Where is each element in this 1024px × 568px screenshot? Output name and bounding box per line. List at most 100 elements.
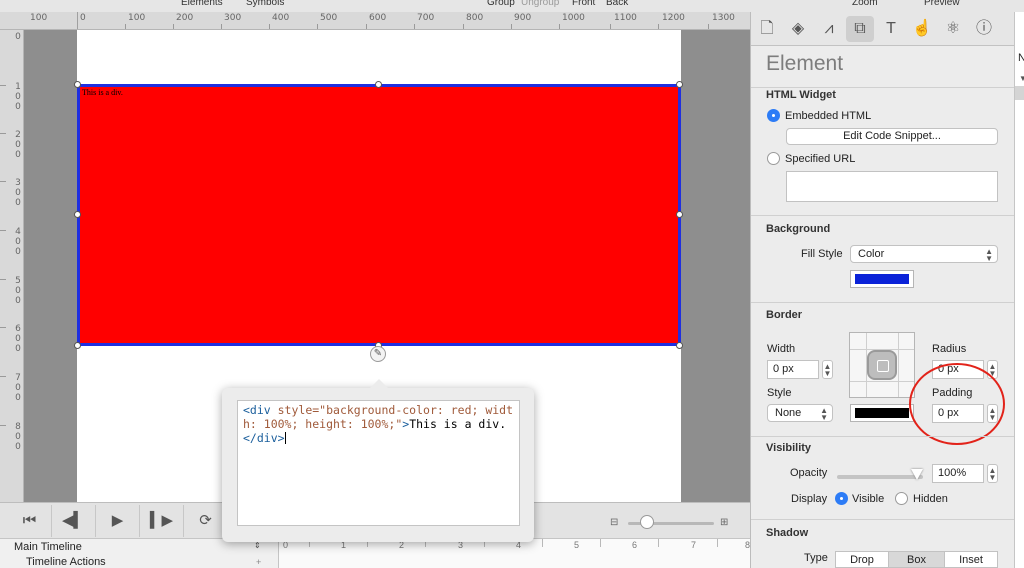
- ruler-label: 8 0 0: [15, 422, 21, 452]
- resize-handle[interactable]: [74, 211, 81, 218]
- display-hidden-label[interactable]: Hidden: [913, 493, 948, 505]
- shapes-icon: ⧉: [854, 20, 866, 37]
- ruler-label: 900: [514, 13, 532, 23]
- tab-typography[interactable]: T: [877, 16, 905, 42]
- tab-identity[interactable]: ⓘ: [970, 16, 998, 42]
- display-visible-radio[interactable]: [835, 492, 848, 505]
- ruler-label: 1200: [662, 13, 685, 23]
- embedded-html-radio[interactable]: [767, 109, 780, 122]
- disclosure-triangle-icon[interactable]: ▼: [1019, 74, 1024, 83]
- play-icon: ▶: [111, 512, 124, 529]
- ungroup-button[interactable]: Ungroup: [521, 0, 559, 8]
- text-icon: T: [886, 20, 896, 37]
- ruler-label: 1 0 0: [15, 82, 21, 112]
- specified-url-radio[interactable]: [767, 152, 780, 165]
- ruler-label: 1000: [562, 13, 585, 23]
- add-icon[interactable]: +: [256, 557, 261, 567]
- html-widget-element[interactable]: This is a div.: [77, 84, 681, 346]
- tab-element[interactable]: ⧉: [846, 16, 874, 42]
- timeline-panel: Main Timeline ⇕ Timeline Actions + 0 1 2…: [0, 538, 750, 568]
- border-style-select[interactable]: None ▲ ▼: [767, 404, 833, 422]
- timeline-actions-row[interactable]: Timeline Actions: [26, 556, 106, 568]
- list-row: [1015, 86, 1024, 100]
- shadow-inset-segment[interactable]: Inset: [944, 551, 998, 568]
- timeline-zoom-knob[interactable]: [640, 515, 654, 529]
- section-background: Background: [766, 223, 831, 235]
- opacity-input[interactable]: 100%: [932, 464, 984, 483]
- ruler-label: 700: [417, 13, 435, 23]
- opacity-label: Opacity: [790, 467, 828, 479]
- chevron-updown-icon[interactable]: ⇕: [254, 541, 261, 550]
- timeline-ruler[interactable]: 0 1 2 3 4 5 6 7 8: [278, 539, 750, 568]
- section-html-widget: HTML Widget: [766, 89, 836, 101]
- shadow-drop-segment[interactable]: Drop: [835, 551, 889, 568]
- chevron-updown-icon: ▲ ▼: [985, 247, 993, 263]
- resize-handle[interactable]: [74, 342, 81, 349]
- ruler-label: 200: [176, 13, 194, 23]
- code-text: This is a div.: [409, 417, 507, 431]
- div-text: This is a div.: [82, 88, 123, 97]
- border-width-input[interactable]: 0 px: [767, 360, 819, 379]
- code-editor[interactable]: <div style="background-color: red; width…: [237, 400, 520, 526]
- border-width-stepper[interactable]: ▲ ▼: [822, 360, 833, 379]
- go-to-start-button[interactable]: ⏮: [8, 505, 52, 537]
- symbols-button[interactable]: Symbols: [246, 0, 284, 8]
- step-forward-icon: ▍▶: [149, 512, 174, 529]
- border-width-label: Width: [767, 343, 796, 355]
- display-hidden-radio[interactable]: [895, 492, 908, 505]
- tab-actions[interactable]: ☝: [908, 16, 936, 42]
- specified-url-label[interactable]: Specified URL: [785, 153, 855, 165]
- shadow-type-label: Type: [804, 552, 828, 564]
- resize-handle[interactable]: [74, 81, 81, 88]
- resize-handle[interactable]: [676, 81, 683, 88]
- timeline-tick-label: 5: [574, 540, 580, 550]
- front-button[interactable]: Front: [572, 0, 595, 8]
- border-color-well[interactable]: [850, 404, 914, 422]
- group-button[interactable]: Group: [487, 0, 515, 8]
- opacity-stepper[interactable]: ▲ ▼: [987, 464, 998, 483]
- step-back-icon: ◀▍: [61, 512, 86, 529]
- text-caret: [284, 432, 286, 444]
- fill-style-label: Fill Style: [801, 248, 843, 260]
- background-color-well[interactable]: [850, 270, 914, 288]
- opacity-slider-knob[interactable]: [911, 469, 923, 480]
- top-toolbar: Elements Symbols Group Ungroup Front Bac…: [0, 0, 1024, 12]
- edit-pencil-icon[interactable]: ✎: [370, 346, 386, 362]
- ruler-label: 0: [15, 32, 21, 42]
- hand-icon: ☝: [912, 20, 932, 37]
- tab-physics[interactable]: ⚛: [939, 16, 967, 42]
- skip-back-icon: ⏮: [22, 512, 37, 529]
- play-button[interactable]: ▶: [96, 505, 140, 537]
- zoom-button[interactable]: Zoom: [852, 0, 878, 8]
- ruler-label: 100: [128, 13, 146, 23]
- ruler-label: 7 0 0: [15, 373, 21, 403]
- inspector-tabs: 🗋 ◈ ⩘ ⧉ T ☝ ⚛ ⓘ: [751, 12, 1014, 46]
- main-timeline-selector[interactable]: Main Timeline: [14, 541, 82, 553]
- next-keyframe-button[interactable]: ▍▶: [140, 505, 184, 537]
- shadow-box-segment[interactable]: Box: [888, 551, 945, 568]
- previous-keyframe-button[interactable]: ◀▍: [52, 505, 96, 537]
- border-sides-selector[interactable]: [849, 332, 915, 398]
- back-button[interactable]: Back: [606, 0, 628, 8]
- resize-handle[interactable]: [676, 211, 683, 218]
- resize-handle[interactable]: [375, 81, 382, 88]
- tab-metrics[interactable]: ⩘: [815, 16, 843, 42]
- zoom-out-icon[interactable]: ⊟: [610, 517, 618, 528]
- zoom-in-icon[interactable]: ⊞: [720, 517, 728, 528]
- elements-button[interactable]: Elements: [181, 0, 223, 8]
- url-input[interactable]: [786, 171, 998, 202]
- edit-code-snippet-button[interactable]: Edit Code Snippet...: [786, 128, 998, 145]
- fill-style-select[interactable]: Color ▲ ▼: [850, 245, 998, 263]
- document-icon: 🗋: [760, 20, 774, 37]
- tab-layers[interactable]: ◈: [784, 16, 812, 42]
- info-icon: ⓘ: [975, 20, 992, 37]
- resize-handle[interactable]: [676, 342, 683, 349]
- tab-document[interactable]: 🗋: [753, 16, 781, 42]
- timeline-tick-label: 7: [691, 540, 697, 550]
- preview-button[interactable]: Preview: [924, 0, 960, 8]
- panel-letter: N: [1018, 52, 1024, 64]
- display-visible-label[interactable]: Visible: [852, 493, 884, 505]
- code-end-tag: </div>: [243, 431, 285, 445]
- embedded-html-label[interactable]: Embedded HTML: [785, 110, 871, 122]
- ruler-label: 100: [30, 13, 48, 23]
